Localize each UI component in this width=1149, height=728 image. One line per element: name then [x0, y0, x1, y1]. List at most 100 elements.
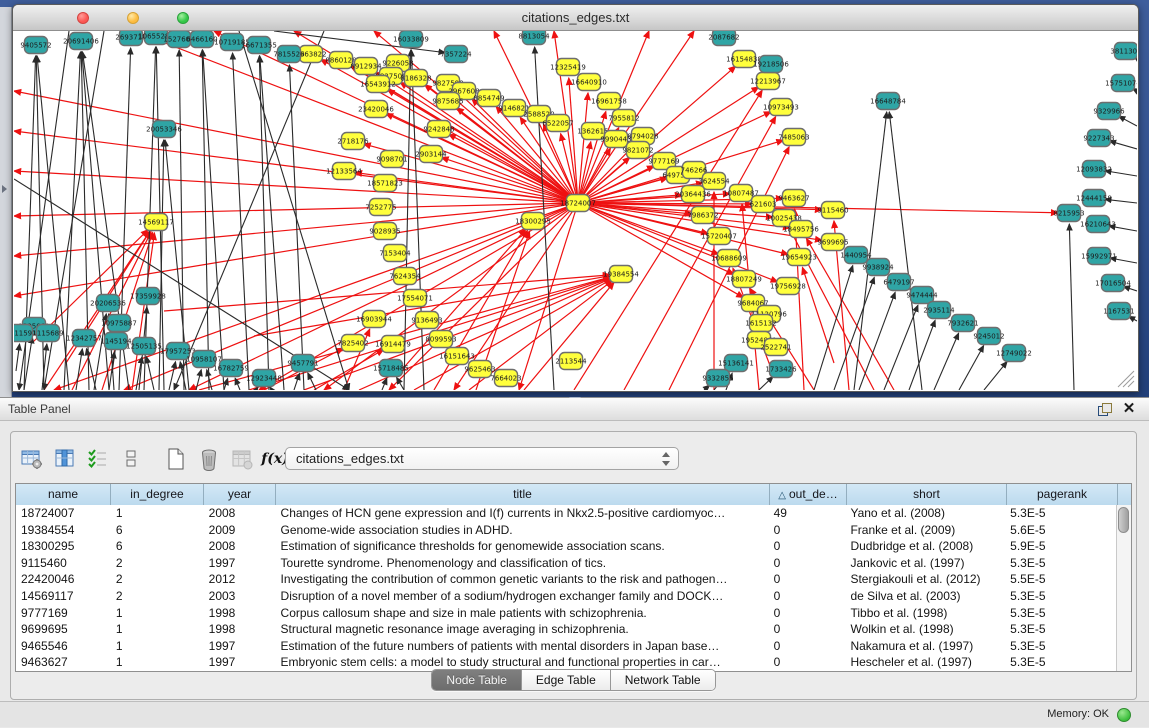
- graph-node[interactable]: 19756928: [770, 278, 806, 295]
- graph-node[interactable]: 15992971: [1081, 248, 1117, 265]
- highlight-column-icon[interactable]: [52, 446, 78, 472]
- network-canvas[interactable]: 1872400779638228860128891293492260589827…: [14, 31, 1137, 390]
- graph-node[interactable]: 6522057: [542, 115, 573, 132]
- tab-node-table[interactable]: Node Table: [432, 670, 522, 690]
- graph-node[interactable]: 16640910: [571, 74, 607, 91]
- graph-node[interactable]: 8813054: [518, 31, 550, 45]
- graph-node[interactable]: 621603: [750, 196, 777, 213]
- memory-ok-indicator[interactable]: [1117, 708, 1131, 722]
- table-row[interactable]: 1456911722003Disruption of a novel membe…: [16, 588, 1116, 605]
- graph-node[interactable]: 9245012: [973, 328, 1004, 345]
- graph-node[interactable]: 9457791: [287, 355, 318, 372]
- graph-node[interactable]: 6479197: [883, 274, 914, 291]
- graph-node[interactable]: 7815526: [273, 46, 305, 63]
- graph-node[interactable]: 8215953: [1053, 205, 1084, 222]
- graph-node[interactable]: 15751074: [1105, 75, 1137, 92]
- graph-node[interactable]: 2113544: [555, 353, 587, 370]
- graph-node[interactable]: 7153404: [379, 245, 411, 262]
- graph-node[interactable]: 7485063: [778, 129, 809, 146]
- graph-node[interactable]: 12444158: [1076, 190, 1112, 207]
- graph-node[interactable]: 16210643: [1080, 216, 1116, 233]
- column-checklist-icon[interactable]: [85, 446, 111, 472]
- graph-node[interactable]: 9875685: [432, 93, 463, 110]
- graph-node[interactable]: 9405572: [20, 37, 51, 54]
- graph-node[interactable]: 10975887: [101, 315, 137, 332]
- graph-node[interactable]: 9938924: [862, 259, 894, 276]
- rows-icon[interactable]: [118, 446, 144, 472]
- table-row[interactable]: 946554611997Estimation of the future num…: [16, 638, 1116, 655]
- graph-node[interactable]: 2718176: [337, 133, 369, 150]
- graph-node[interactable]: 9227343: [1083, 130, 1114, 147]
- graph-node[interactable]: 7624354: [389, 268, 421, 285]
- graph-node[interactable]: 9329966: [1093, 103, 1125, 120]
- close-panel-icon[interactable]: ✕: [1121, 400, 1137, 418]
- table-settings-icon[interactable]: [19, 446, 45, 472]
- column-header-short[interactable]: short: [847, 484, 1007, 505]
- graph-node[interactable]: 1115689: [32, 325, 63, 342]
- graph-node[interactable]: 1615132: [745, 315, 776, 332]
- column-header-in_degree[interactable]: in_degree: [111, 484, 204, 505]
- graph-node[interactable]: 7252775: [365, 199, 396, 216]
- table-row[interactable]: 1830029562008Estimation of significance …: [16, 538, 1116, 555]
- panel-expand-handle[interactable]: [2, 185, 7, 193]
- float-window-icon[interactable]: [1098, 403, 1111, 416]
- table-row[interactable]: 977716911998Corpus callosum shape and si…: [16, 605, 1116, 622]
- graph-node[interactable]: 14569117: [138, 214, 174, 231]
- graph-node[interactable]: 7825402: [337, 335, 368, 352]
- graph-node[interactable]: 10688609: [711, 250, 747, 267]
- graph-node[interactable]: 12133564: [326, 163, 362, 180]
- column-header-title[interactable]: title: [276, 484, 770, 505]
- graph-node[interactable]: 12213967: [750, 73, 786, 90]
- import-table-icon[interactable]: [229, 446, 255, 472]
- graph-node[interactable]: 2087682: [708, 31, 739, 46]
- graph-node[interactable]: 15718485: [373, 360, 409, 377]
- column-header-out_de[interactable]: △out_de…: [770, 484, 847, 505]
- graph-node[interactable]: 9098701: [376, 151, 407, 168]
- graph-node[interactable]: 9699695: [817, 234, 848, 251]
- graph-node[interactable]: 12093832: [1076, 161, 1112, 178]
- column-header-name[interactable]: name: [16, 484, 111, 505]
- graph-node[interactable]: 7932621: [947, 315, 978, 332]
- graph-node[interactable]: 8186328: [400, 70, 431, 87]
- graph-node[interactable]: 2522741: [760, 339, 791, 356]
- graph-node[interactable]: 16648784: [870, 93, 906, 110]
- table-row[interactable]: 969969511998Structural magnetic resonanc…: [16, 621, 1116, 638]
- vertical-scrollbar[interactable]: [1116, 505, 1131, 671]
- graph-node[interactable]: 6466160: [186, 31, 217, 48]
- graph-node[interactable]: 3811304: [1110, 43, 1137, 60]
- graph-node[interactable]: 1733426: [765, 361, 797, 378]
- graph-node[interactable]: 19654923: [781, 249, 817, 266]
- table-row[interactable]: 2242004622012Investigating the contribut…: [16, 571, 1116, 588]
- table-selector-dropdown[interactable]: citations_edges.txt: [285, 447, 679, 470]
- graph-node[interactable]: 7664023: [490, 370, 521, 387]
- graph-node[interactable]: 7357224: [440, 46, 472, 63]
- table-row[interactable]: 1938455462009Genome-wide association stu…: [16, 522, 1116, 539]
- graph-node[interactable]: 20206536: [90, 295, 126, 312]
- graph-node[interactable]: 9242848: [423, 121, 454, 138]
- network-window-titlebar[interactable]: citations_edges.txt: [13, 5, 1138, 31]
- delete-icon[interactable]: [196, 446, 222, 472]
- tab-network-table[interactable]: Network Table: [611, 670, 715, 690]
- graph-node[interactable]: 12749022: [996, 345, 1032, 362]
- graph-node[interactable]: 12325419: [550, 59, 586, 76]
- column-header-year[interactable]: year: [204, 484, 276, 505]
- graph-node[interactable]: 9332855: [702, 370, 733, 387]
- graph-node[interactable]: 9821072: [622, 142, 653, 159]
- graph-node[interactable]: 16961758: [591, 93, 627, 110]
- resize-grip[interactable]: [1118, 371, 1134, 387]
- new-document-icon[interactable]: [163, 446, 189, 472]
- graph-node[interactable]: 2903144: [415, 146, 447, 163]
- scrollbar-thumb[interactable]: [1118, 507, 1129, 533]
- tab-edge-table[interactable]: Edge Table: [522, 670, 611, 690]
- graph-node[interactable]: 9028935: [369, 223, 400, 240]
- graph-node[interactable]: 9463627: [778, 190, 809, 207]
- graph-node[interactable]: 2935114: [923, 302, 955, 319]
- graph-node[interactable]: 8099593: [425, 331, 456, 348]
- column-header-pagerank[interactable]: pagerank: [1007, 484, 1118, 505]
- graph-node[interactable]: 9136493: [411, 312, 442, 329]
- graph-node[interactable]: 9115460: [817, 202, 848, 219]
- graph-node[interactable]: 16033809: [393, 31, 429, 48]
- graph-node[interactable]: 7986372: [687, 207, 718, 224]
- graph-node[interactable]: 17016504: [1095, 275, 1131, 292]
- table-row[interactable]: 1872400712008Changes of HCN gene express…: [16, 505, 1116, 522]
